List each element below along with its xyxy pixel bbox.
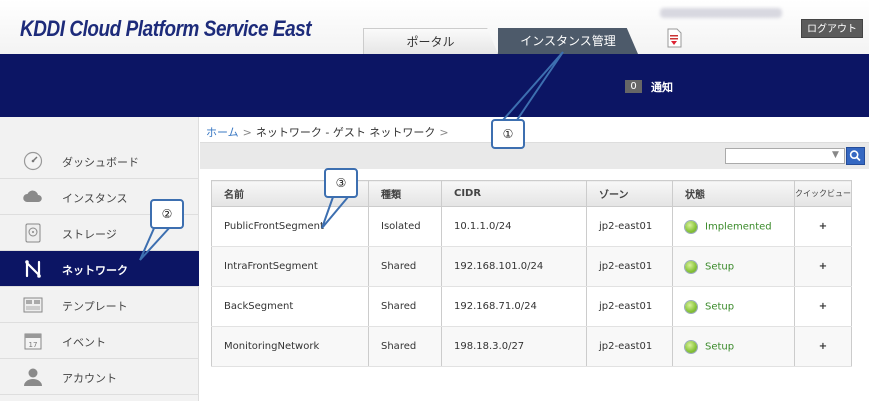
column-header-cidr[interactable]: CIDR (441, 180, 587, 207)
sidebar-item-account[interactable]: アカウント (0, 359, 199, 395)
tab-portal[interactable]: ポータル (363, 28, 498, 54)
column-header-status[interactable]: 状態 (672, 180, 795, 207)
disk-icon (25, 223, 41, 243)
breadcrumb-home-link[interactable]: ホーム (206, 126, 239, 139)
sidebar: ダッシュボード インスタンス ストレージ ネットワーク テンプレート 17 イベ… (0, 117, 199, 401)
notification-label[interactable]: 通知 (651, 79, 673, 95)
callout-1: ① (491, 119, 525, 149)
network-zone: jp2-east01 (586, 286, 673, 327)
sidebar-item-label: インスタンス (62, 192, 128, 205)
tab-instance-management[interactable]: インスタンス管理 (498, 28, 638, 54)
logo: KDDI Cloud Platform Service East (20, 16, 312, 41)
sidebar-item-label: イベント (62, 336, 106, 349)
status-indicator-icon (685, 220, 697, 233)
quick-view-button[interactable]: + (794, 246, 852, 287)
network-status: Implemented (672, 206, 795, 247)
calendar-icon: 17 (24, 333, 42, 350)
network-cidr: 10.1.1.0/24 (441, 206, 587, 247)
table-row[interactable]: MonitoringNetwork Shared 198.18.3.0/27 j… (211, 326, 852, 367)
search-icon (849, 150, 861, 162)
gauge-icon (23, 151, 43, 171)
table-row[interactable]: BackSegment Shared 192.168.71.0/24 jp2-e… (211, 286, 852, 327)
network-status: Setup (672, 286, 795, 327)
column-header-zone[interactable]: ゾーン (586, 180, 673, 207)
column-header-quick-view: クイックビュー (794, 180, 852, 207)
breadcrumb: ホーム > ネットワーク - ゲスト ネットワーク > (206, 124, 453, 140)
sidebar-item-dashboard[interactable]: ダッシュボード (0, 143, 199, 179)
table-row[interactable]: IntraFrontSegment Shared 192.168.101.0/2… (211, 246, 852, 287)
breadcrumb-current: ネットワーク - ゲスト ネットワーク (255, 126, 436, 139)
search-button[interactable] (846, 147, 865, 165)
status-indicator-icon (685, 300, 697, 313)
pdf-download-icon[interactable] (666, 28, 682, 48)
notification-count-badge[interactable]: 0 (625, 80, 642, 93)
sidebar-item-label: アカウント (62, 372, 117, 385)
logout-button[interactable]: ログアウト (801, 19, 863, 38)
svg-text:17: 17 (29, 341, 38, 349)
quick-view-button[interactable]: + (794, 206, 852, 247)
quick-view-button[interactable]: + (794, 286, 852, 327)
breadcrumb-separator: > (439, 126, 449, 139)
network-table: 名前 種類 CIDR ゾーン 状態 クイックビュー PublicFrontSeg… (211, 180, 852, 367)
sidebar-item-label: ダッシュボード (62, 156, 139, 169)
sidebar-item-label: テンプレート (62, 300, 128, 313)
network-cidr: 198.18.3.0/27 (441, 326, 587, 367)
search-input[interactable] (725, 148, 845, 164)
network-icon (25, 260, 41, 278)
status-indicator-icon (685, 260, 697, 273)
table-header-row: 名前 種類 CIDR ゾーン 状態 クイックビュー (211, 180, 852, 207)
network-type: Shared (368, 326, 442, 367)
sidebar-item-templates[interactable]: テンプレート (0, 287, 199, 323)
network-status: Setup (672, 246, 795, 287)
network-zone: jp2-east01 (586, 246, 673, 287)
sidebar-item-label: ストレージ (62, 228, 117, 241)
sidebar-item-network[interactable]: ネットワーク (0, 251, 199, 287)
network-cidr: 192.168.71.0/24 (441, 286, 587, 327)
table-row[interactable]: PublicFrontSegment Isolated 10.1.1.0/24 … (211, 206, 852, 247)
column-header-type[interactable]: 種類 (368, 180, 442, 207)
cloud-icon (23, 190, 42, 202)
status-indicator-icon (685, 340, 697, 353)
breadcrumb-separator: > (242, 126, 252, 139)
top-nav-bar (0, 54, 869, 117)
network-name[interactable]: PublicFrontSegment (211, 206, 369, 247)
callout-2: ② (150, 199, 184, 229)
network-name[interactable]: BackSegment (211, 286, 369, 327)
template-icon (23, 297, 43, 313)
network-type: Shared (368, 246, 442, 287)
callout-3: ③ (324, 168, 358, 198)
sidebar-item-events[interactable]: 17 イベント (0, 323, 199, 359)
network-zone: jp2-east01 (586, 206, 673, 247)
user-email-blurred (660, 8, 782, 18)
quick-view-button[interactable]: + (794, 326, 852, 367)
network-type: Shared (368, 286, 442, 327)
network-name[interactable]: IntraFrontSegment (211, 246, 369, 287)
network-name[interactable]: MonitoringNetwork (211, 326, 369, 367)
search-dropdown-icon[interactable]: ▼ (832, 150, 839, 160)
network-type: Isolated (368, 206, 442, 247)
sidebar-item-label: ネットワーク (62, 264, 128, 277)
network-cidr: 192.168.101.0/24 (441, 246, 587, 287)
person-icon (24, 368, 42, 386)
network-zone: jp2-east01 (586, 326, 673, 367)
network-status: Setup (672, 326, 795, 367)
